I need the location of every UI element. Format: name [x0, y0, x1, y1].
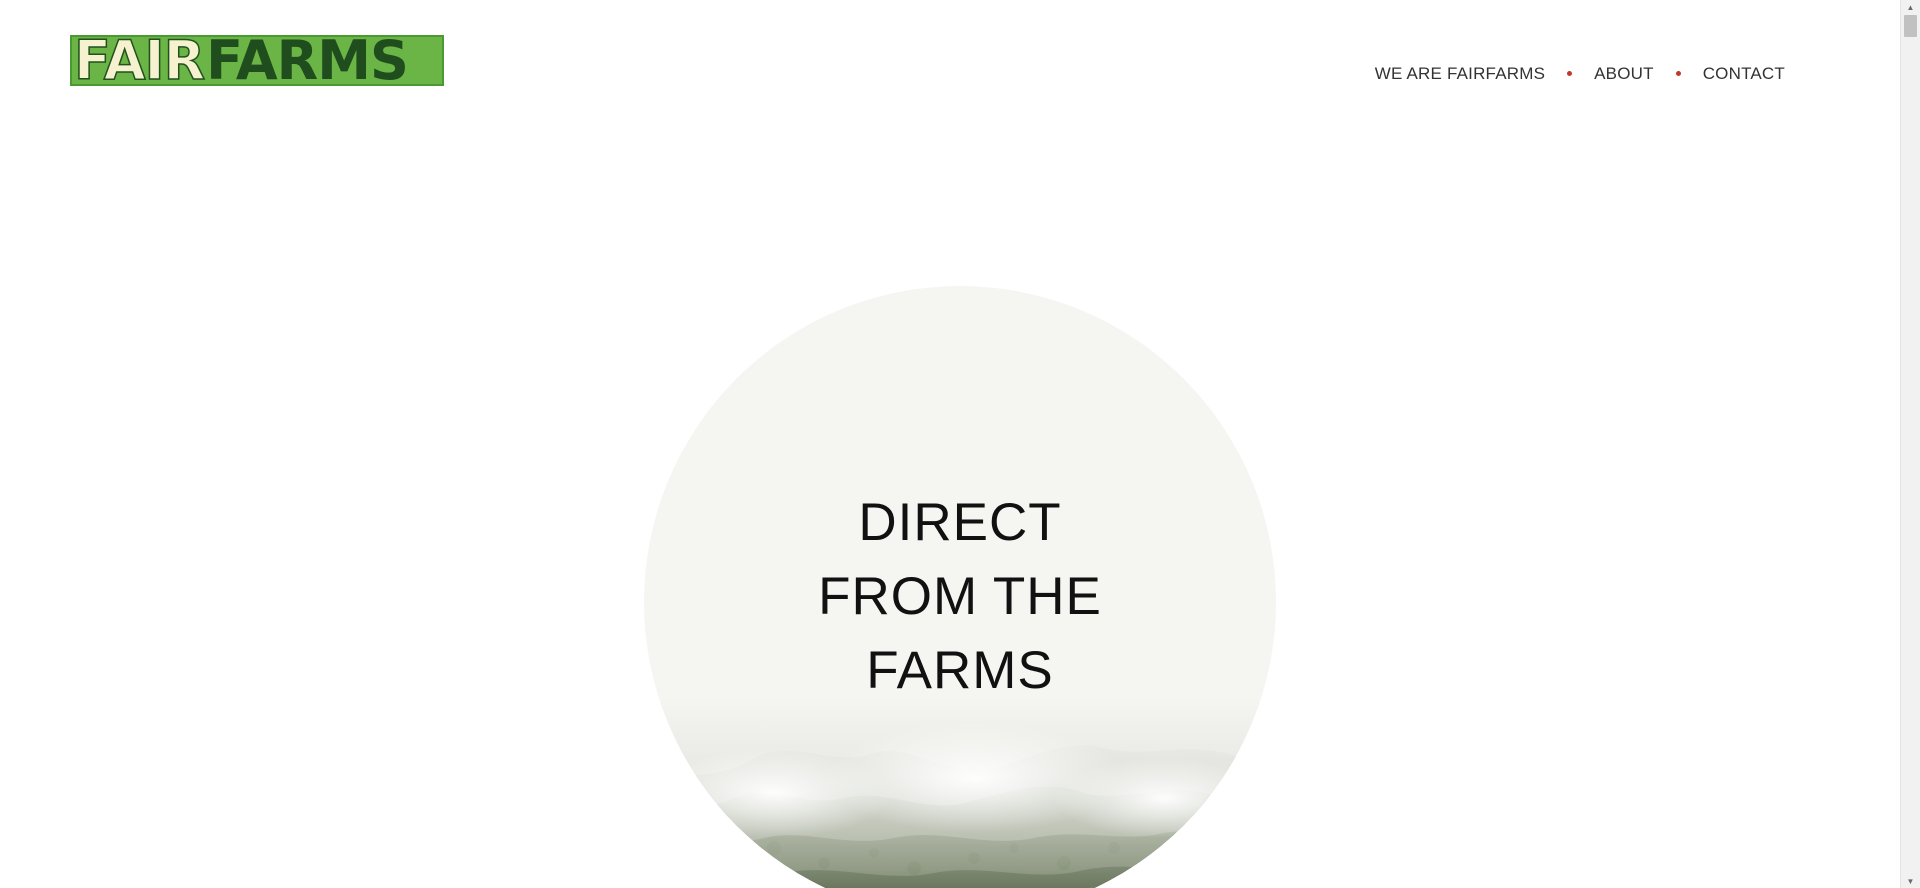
nav-link-about[interactable]: ABOUT [1594, 64, 1654, 84]
hero-title-line2: FROM THE [818, 567, 1102, 626]
nav-separator-dot [1675, 70, 1681, 76]
main-nav: WE ARE FAIRFARMS ABOUT CONTACT [1375, 64, 1785, 84]
chevron-down-icon[interactable]: ▼ [1901, 874, 1920, 888]
hero-title: DIRECT FROM THE FARMS [644, 486, 1276, 708]
hero-title-line3: FARMS [866, 641, 1054, 700]
chevron-up-icon[interactable]: ▲ [1901, 0, 1920, 14]
misty-forest-image [644, 698, 1276, 888]
vertical-scrollbar[interactable]: ▲ ▼ [1900, 0, 1920, 888]
nav-link-contact[interactable]: CONTACT [1703, 64, 1785, 84]
page: FAIR FARMS WE ARE FAIRFARMS ABOUT CONTACT [0, 0, 1920, 888]
nav-separator-dot [1567, 70, 1573, 76]
logo-text-fair: FAIR [73, 35, 206, 86]
hero-title-line1: DIRECT [858, 493, 1062, 552]
fairfarms-logo[interactable]: FAIR FARMS [70, 35, 444, 86]
logo-text-farms: FARMS [206, 35, 409, 86]
nav-link-we-are-fairfarms[interactable]: WE ARE FAIRFARMS [1375, 64, 1545, 84]
hero-circle: DIRECT FROM THE FARMS [644, 286, 1276, 888]
scrollbar-thumb[interactable] [1904, 15, 1917, 37]
